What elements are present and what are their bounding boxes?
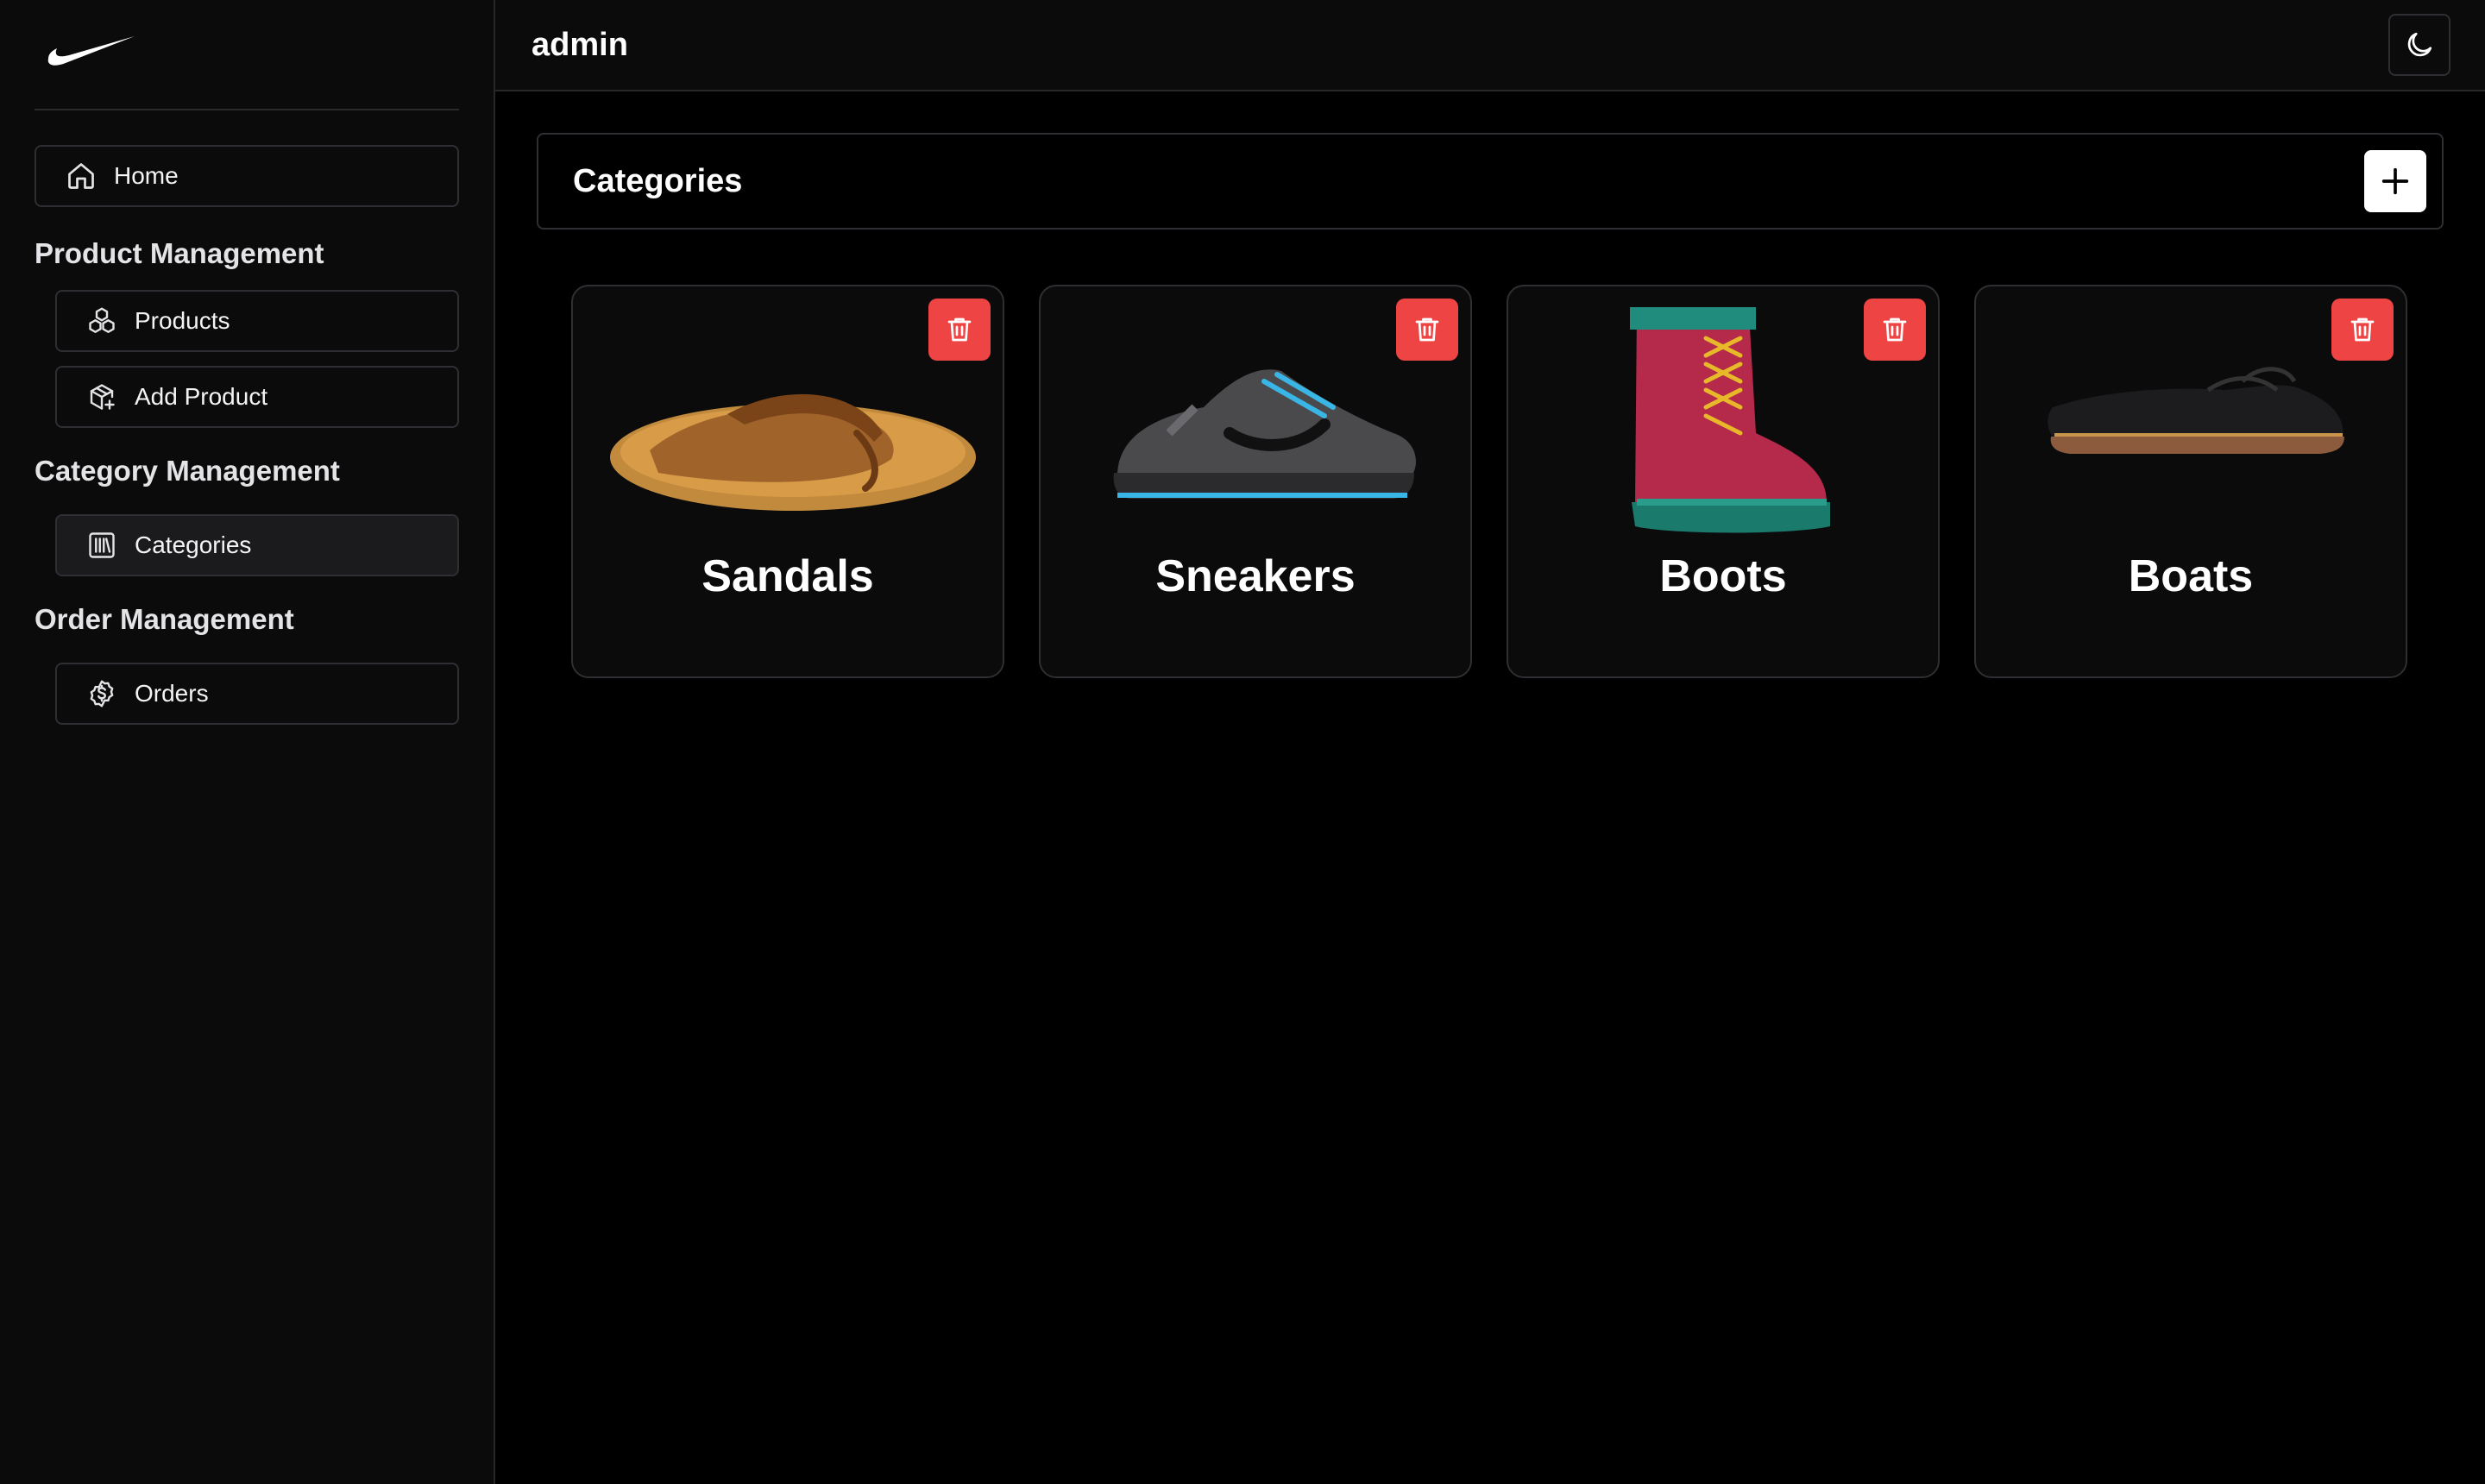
trash-icon <box>947 318 972 342</box>
app-root: Home Product Management Products Add Pro… <box>0 0 2485 1484</box>
categories-header: Categories <box>537 133 2444 230</box>
top-bar: admin <box>495 0 2485 91</box>
category-card-boats[interactable]: Boats <box>1974 285 2407 678</box>
category-card-boots[interactable]: Boots <box>1507 285 1940 678</box>
section-title-order-management: Order Management <box>35 603 294 635</box>
user-name: admin <box>532 26 628 63</box>
box-plus-icon <box>85 380 119 414</box>
sidebar: Home Product Management Products Add Pro… <box>0 0 495 1484</box>
content: Categories Sandals Sneakers Boots Boats <box>495 91 2485 678</box>
category-name: Sandals <box>701 551 874 601</box>
section-title-category-management: Category Management <box>35 455 340 487</box>
category-card-sneakers[interactable]: Sneakers <box>1039 285 1472 678</box>
add-category-button[interactable] <box>2364 150 2426 212</box>
main-area: admin Categories Sandals Sneakers Boots … <box>495 0 2485 1484</box>
category-grid: Sandals Sneakers Boots Boats <box>537 285 2444 678</box>
brand-logo[interactable] <box>35 35 136 72</box>
sidebar-item-label: Orders <box>135 680 209 707</box>
logo-row <box>35 0 459 110</box>
library-icon <box>85 528 119 563</box>
trash-icon <box>1883 318 1907 342</box>
sidebar-item-label: Home <box>114 162 179 189</box>
sidebar-item-label: Categories <box>135 531 252 558</box>
trash-icon <box>1415 318 1439 342</box>
section-title-product-management: Product Management <box>35 237 324 269</box>
category-card-sandals[interactable]: Sandals <box>571 285 1004 678</box>
swoosh-logo-icon <box>47 35 135 66</box>
delete-button[interactable] <box>928 299 991 361</box>
sidebar-item-home[interactable]: Home <box>35 145 459 207</box>
sidebar-item-orders[interactable]: Orders <box>55 663 459 725</box>
category-name: Boats <box>2128 551 2254 601</box>
sidebar-item-categories[interactable]: Categories <box>55 514 459 576</box>
plus-icon <box>2381 167 2409 195</box>
category-name: Sneakers <box>1155 551 1356 601</box>
cubes-icon <box>85 304 119 338</box>
sidebar-item-add-product[interactable]: Add Product <box>55 366 459 428</box>
sidebar-item-products[interactable]: Products <box>55 290 459 352</box>
sidebar-item-label: Add Product <box>135 383 268 410</box>
page-title: Categories <box>573 162 743 199</box>
theme-toggle-button[interactable] <box>2388 14 2450 76</box>
delete-button[interactable] <box>1864 299 1926 361</box>
delete-button[interactable] <box>1396 299 1458 361</box>
trash-icon <box>2350 318 2375 342</box>
delete-button[interactable] <box>2331 299 2394 361</box>
category-name: Boots <box>1659 551 1787 601</box>
home-icon <box>64 159 98 193</box>
moon-icon <box>2407 32 2432 57</box>
sidebar-item-label: Products <box>135 307 230 334</box>
dollar-circle-icon <box>85 676 119 711</box>
